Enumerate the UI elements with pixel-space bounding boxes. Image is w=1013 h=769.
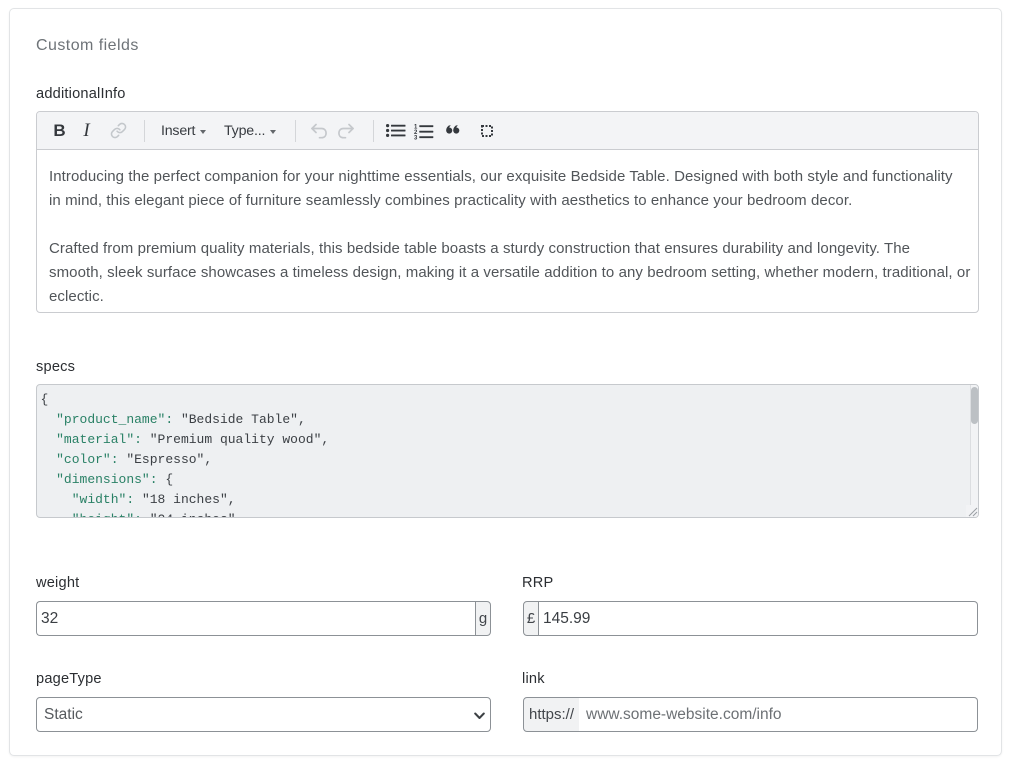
svg-text:3: 3 — [414, 135, 418, 140]
